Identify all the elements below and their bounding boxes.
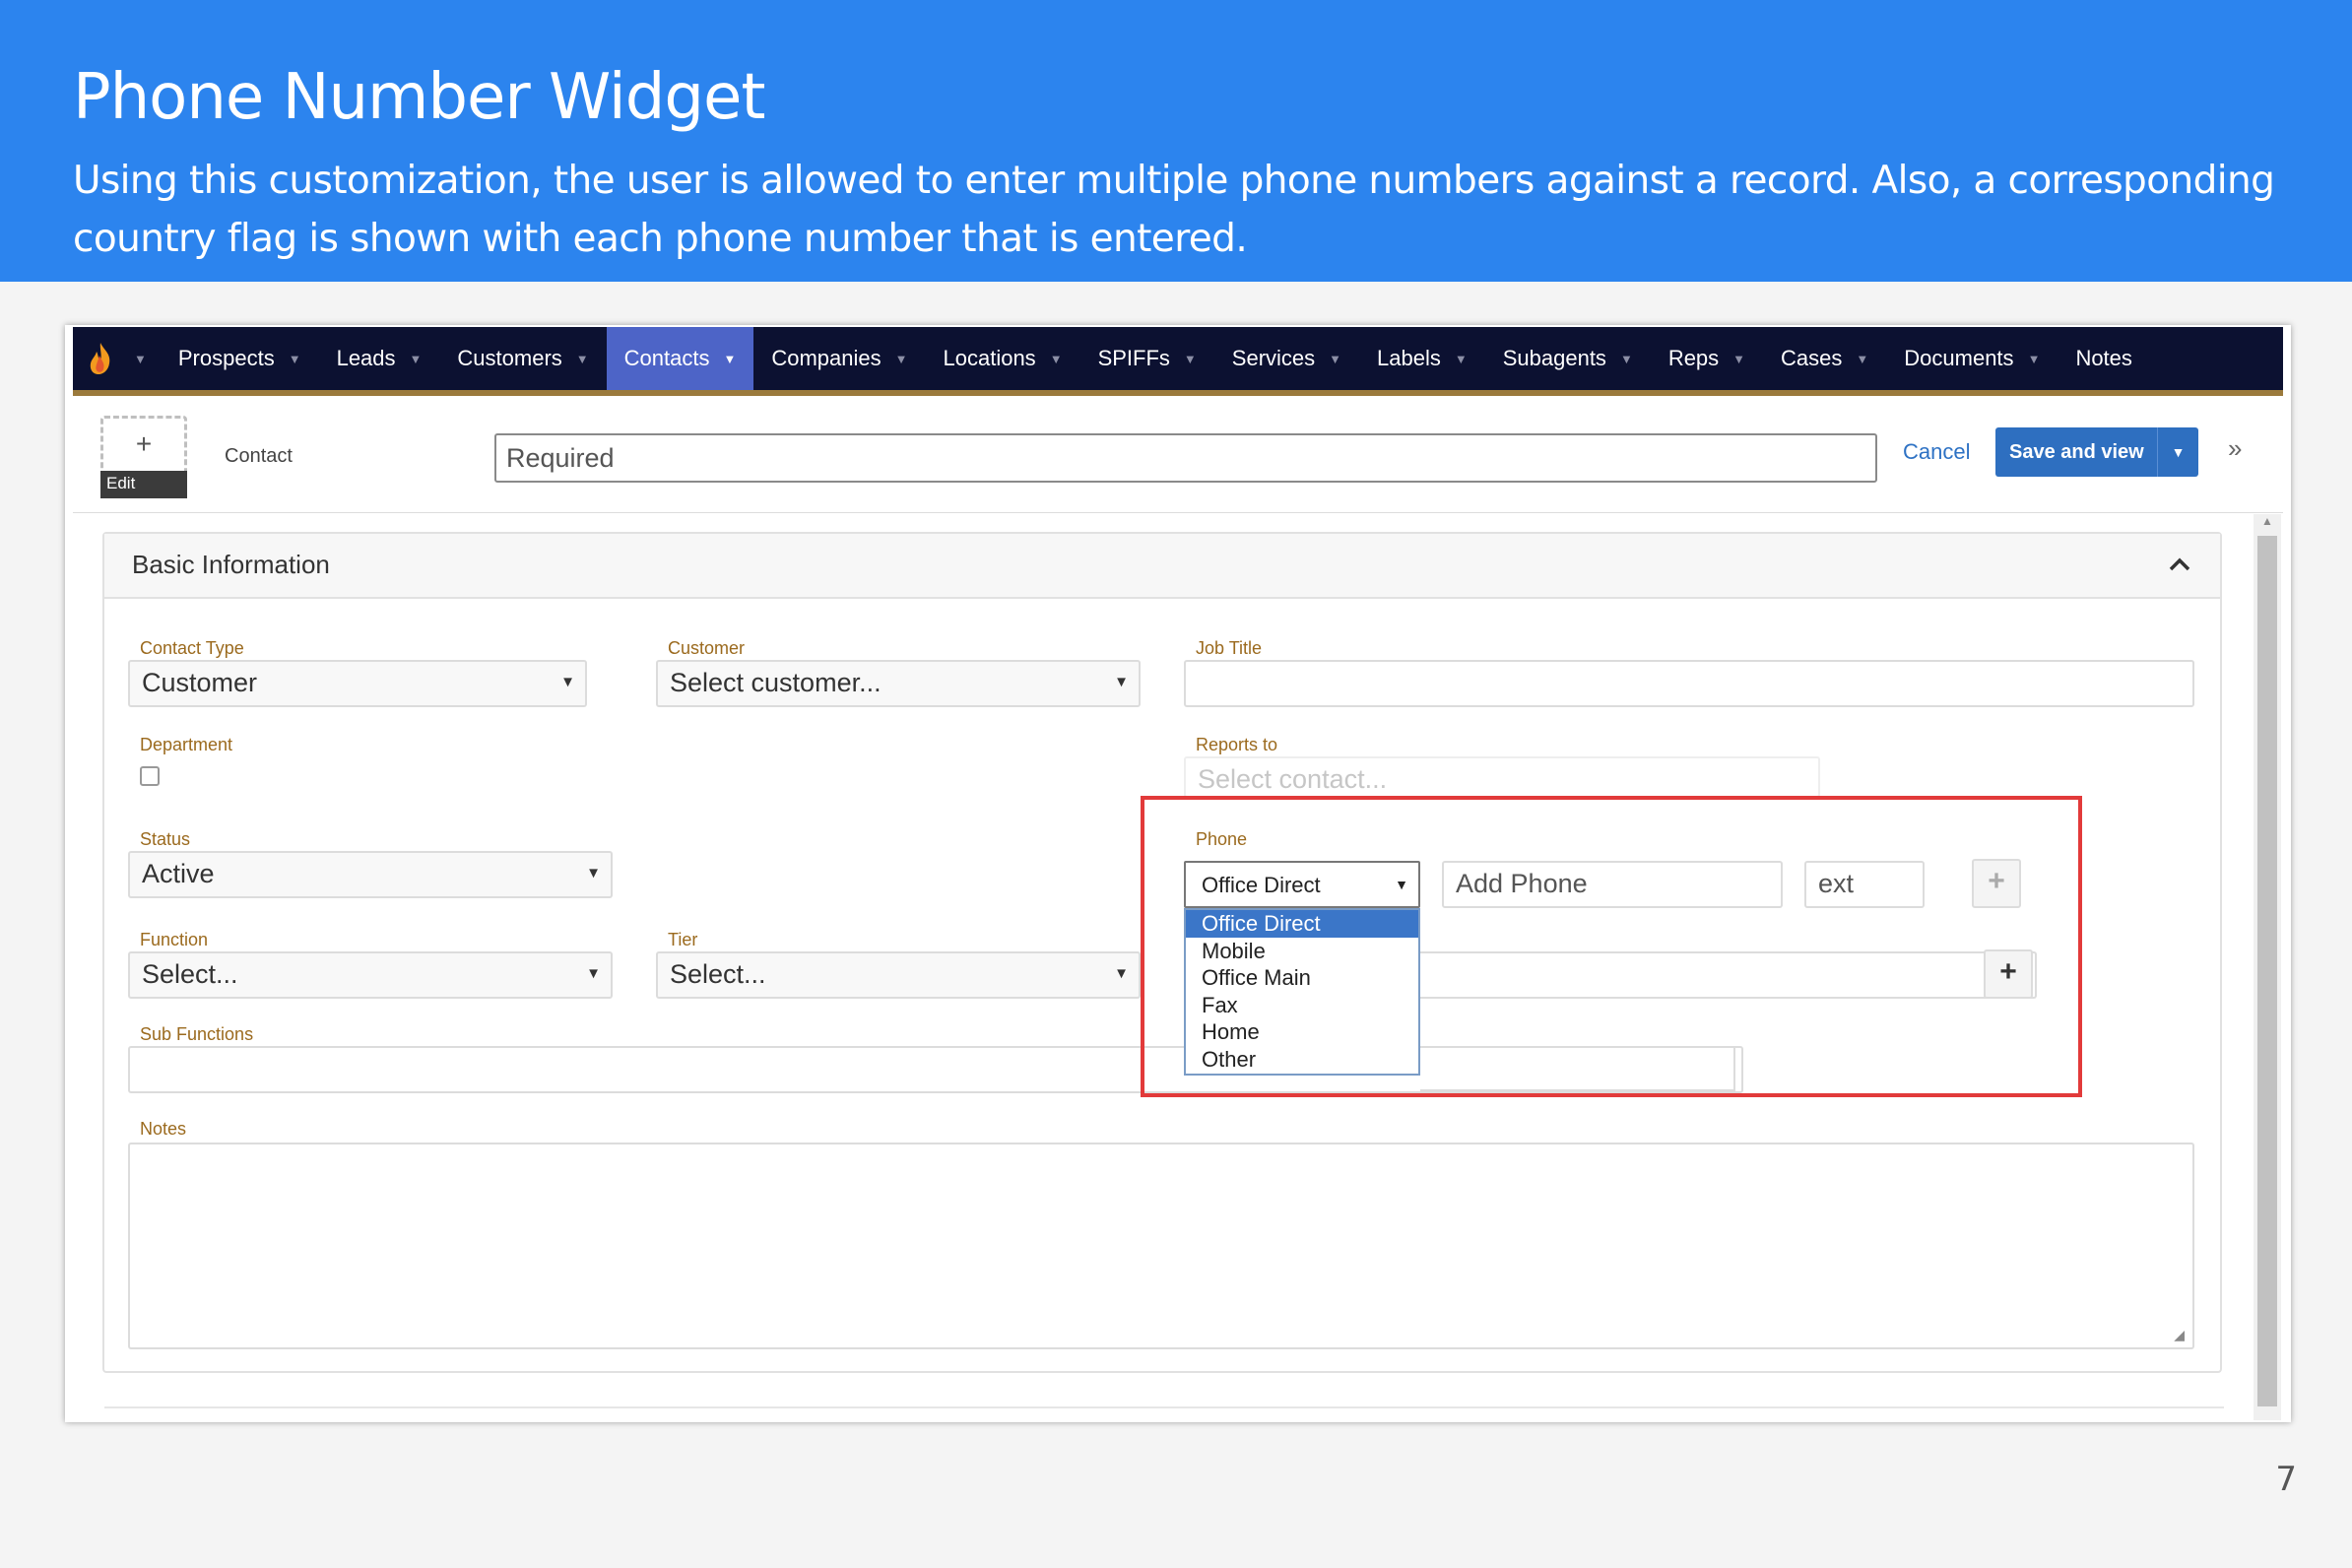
department-label: Department [140,735,233,754]
nav-item-label: Labels [1377,346,1441,370]
avatar-upload[interactable]: + Edit [100,416,187,498]
scroll-up-icon[interactable]: ▲ [2254,514,2281,534]
chevron-down-icon: ▼ [1114,965,1129,982]
nav-item-label: Services [1231,346,1316,370]
sub-functions-label: Sub Functions [140,1024,254,1044]
function-value: Select... [142,959,238,989]
notes-textarea[interactable]: ◢ [128,1143,2194,1349]
nav-item-cases[interactable]: Cases ▼ [1763,327,1886,390]
chevron-down-icon: ▼ [575,351,589,366]
chevron-up-icon[interactable] [2169,552,2190,577]
chevron-down-icon: ▼ [560,674,575,690]
panel-title: Basic Information [132,550,330,579]
customer-select[interactable]: Select customer... ▼ [656,660,1141,707]
expand-icon[interactable]: » [2228,433,2242,464]
nav-item-label: Contacts [623,346,710,370]
app-screenshot: ▼ Prospects ▼ Leads ▼ Customers ▼ Contacts ▼ Com… [65,325,2291,1422]
tier-label: Tier [668,930,698,949]
contact-type-value: Customer [142,668,258,697]
chevron-down-icon: ▼ [288,351,301,366]
tier-select[interactable]: Select... ▼ [656,951,1141,999]
nav-item-label: Subagents [1502,346,1606,370]
nav-item-label: Prospects [177,346,275,370]
top-navbar: ▼ Prospects ▼ Leads ▼ Customers ▼ Contacts ▼ Com… [73,327,2283,396]
chevron-down-icon: ▼ [2027,351,2041,366]
nav-item-label: Notes [2075,346,2132,370]
job-title-label: Job Title [1196,638,1263,658]
chevron-down-icon: ▼ [1114,674,1129,690]
save-and-view-label: Save and view [2009,440,2144,463]
reports-to-label: Reports to [1196,735,1278,754]
nav-item-label: Locations [943,346,1036,370]
slide-header: Phone Number Widget Using this customiza… [0,0,2352,282]
chevron-down-icon[interactable]: ▼ [134,352,147,366]
job-title-input[interactable] [1184,660,2194,707]
status-value: Active [142,859,215,888]
nav-item-label: Companies [771,346,882,370]
slide-subtitle: Using this customization, the user is al… [73,159,2275,261]
chevron-down-icon: ▼ [1856,351,1869,366]
nav-item-labels[interactable]: Labels ▼ [1359,327,1485,390]
nav-item-label: Leads [336,346,396,370]
contact-name-input[interactable]: Required [494,433,1877,483]
chevron-down-icon: ▼ [1329,351,1342,366]
chevron-down-icon: ▼ [1732,351,1746,366]
chevron-down-icon: ▼ [1049,351,1063,366]
scrollbar-thumb[interactable] [2257,536,2277,1406]
department-checkbox[interactable] [140,766,160,786]
contact-type-label: Contact Type [140,638,244,658]
status-label: Status [140,829,191,849]
nav-item-label: Documents [1904,346,2014,370]
notes-label: Notes [140,1119,187,1139]
chevron-down-icon: ▼ [1183,351,1197,366]
chevron-down-icon: ▼ [1454,351,1468,366]
panel-header[interactable]: Basic Information [104,534,2220,599]
function-select[interactable]: Select... ▼ [128,951,613,999]
nav-item-contacts[interactable]: Contacts ▼ [606,327,754,390]
nav-item-leads[interactable]: Leads ▼ [319,327,440,390]
record-type-label: Contact [225,445,293,467]
nav-item-services[interactable]: Services ▼ [1214,327,1359,390]
chevron-down-icon[interactable]: ▼ [2157,427,2198,477]
nav-item-locations[interactable]: Locations ▼ [926,327,1080,390]
page-number: 7 [2275,1460,2297,1499]
status-select[interactable]: Active ▼ [128,851,613,898]
nav-item-documents[interactable]: Documents ▼ [1886,327,2058,390]
nav-item-label: SPIFFs [1097,346,1170,370]
chevron-down-icon: ▼ [586,965,601,982]
nav-item-spiffs[interactable]: SPIFFs ▼ [1080,327,1214,390]
save-and-view-button[interactable]: Save and view ▼ [1995,427,2198,477]
divider [104,1406,2224,1408]
plus-icon: + [135,428,153,459]
nav-item-companies[interactable]: Companies ▼ [753,327,925,390]
nav-item-label: Customers [457,346,562,370]
nav-item-label: Reps [1667,346,1720,370]
cancel-button[interactable]: Cancel [1903,439,1970,465]
nav-item-notes[interactable]: Notes [2058,327,2149,390]
customer-value: Select customer... [670,668,882,697]
slide-title: Phone Number Widget [73,61,765,134]
customer-label: Customer [668,638,746,658]
resize-handle-icon[interactable]: ◢ [2174,1327,2185,1343]
chevron-down-icon: ▼ [1619,351,1633,366]
chevron-down-icon: ▼ [409,351,423,366]
nav-item-subagents[interactable]: Subagents ▼ [1485,327,1651,390]
reports-to-select[interactable]: Select contact... [1184,756,1820,798]
chevron-down-icon: ▼ [894,351,908,366]
avatar-edit-label[interactable]: Edit [100,471,187,498]
phone-widget-highlight [1141,796,2082,1097]
nav-item-reps[interactable]: Reps ▼ [1651,327,1763,390]
chevron-down-icon: ▼ [586,865,601,882]
nav-item-label: Cases [1781,346,1843,370]
flame-icon[interactable] [73,327,128,390]
nav-item-customers[interactable]: Customers ▼ [439,327,606,390]
divider [73,512,2283,513]
chevron-down-icon: ▼ [723,351,737,366]
nav-item-prospects[interactable]: Prospects ▼ [161,327,319,390]
contact-type-select[interactable]: Customer ▼ [128,660,587,707]
tier-value: Select... [670,959,766,989]
function-label: Function [140,930,209,949]
